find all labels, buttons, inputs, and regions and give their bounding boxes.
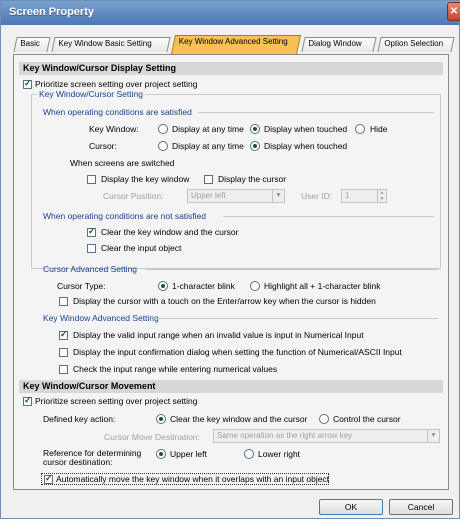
one-char-blink-radio[interactable] xyxy=(158,281,168,291)
auto-move-checkbox[interactable] xyxy=(44,473,53,484)
clear-input-object-label: Clear the input object xyxy=(101,243,182,253)
satisfied-title: When operating conditions are satisfied xyxy=(43,107,192,117)
cursor-label: Cursor: xyxy=(89,141,117,151)
cursor-move-dest-value: Same operation as the right arrow key xyxy=(217,431,353,440)
check-input-range-label: Check the input range while entering num… xyxy=(73,364,278,374)
spinner-arrows-icon: ▲ ▼ xyxy=(377,190,386,202)
chevron-down-icon: ▼ xyxy=(272,190,284,202)
display-key-window-checkbox[interactable] xyxy=(87,175,96,184)
close-button[interactable]: ✕ xyxy=(447,2,460,21)
prioritize-display-checkbox[interactable] xyxy=(23,78,32,89)
cursor-position-label: Cursor Position: xyxy=(103,191,164,201)
screens-switched-title: When screens are switched xyxy=(70,158,175,168)
divider xyxy=(146,269,438,270)
tab-key-window-basic[interactable]: Key Window Basic Setting xyxy=(51,37,171,52)
display-cursor-touch-label: Display the cursor with a touch on the E… xyxy=(73,296,376,306)
not-satisfied-title: When operating conditions are not satisf… xyxy=(43,211,207,221)
cursor-adv-title: Cursor Advanced Setting xyxy=(43,264,138,274)
kw-hide-radio[interactable] xyxy=(355,124,365,134)
display-valid-range-label: Display the valid input range when an in… xyxy=(73,330,364,340)
cursor-move-dest-dropdown[interactable]: Same operation as the right arrow key ▼ xyxy=(213,429,440,443)
title-bar[interactable]: Screen Property ✕ xyxy=(1,1,460,25)
cursor-display-any-time-radio[interactable] xyxy=(158,141,168,151)
divider xyxy=(223,216,434,217)
display-cursor-checkbox[interactable] xyxy=(204,175,213,184)
user-id-label: User ID: xyxy=(301,191,333,201)
kw-display-when-touched-label: Display when touched xyxy=(264,124,348,134)
key-window-label: Key Window: xyxy=(89,124,139,134)
kw-display-any-time-label: Display at any time xyxy=(172,124,244,134)
chevron-down-icon: ▼ xyxy=(427,430,439,442)
display-confirmation-checkbox[interactable] xyxy=(59,348,68,357)
kw-hide-label: Hide xyxy=(370,124,388,134)
highlight-all-label: Highlight all + 1-character blink xyxy=(264,281,381,291)
tab-option-selection[interactable]: Option Selection xyxy=(377,37,455,52)
upper-left-label: Upper left xyxy=(170,449,207,459)
upper-left-radio[interactable] xyxy=(156,449,166,459)
highlight-all-radio[interactable] xyxy=(250,281,260,291)
control-cursor-radio[interactable] xyxy=(319,414,329,424)
tab-key-window-advanced[interactable]: Key Window Advanced Setting xyxy=(170,35,302,54)
clear-key-window-cursor-label: Clear the key window and the cursor xyxy=(101,227,239,237)
display-cursor-touch-checkbox[interactable] xyxy=(59,297,68,306)
cursor-position-value: Upper left xyxy=(191,191,226,200)
divider xyxy=(198,112,434,113)
control-cursor-label: Control the cursor xyxy=(333,414,401,424)
one-char-blink-label: 1-character blink xyxy=(172,281,235,291)
window-title: Screen Property xyxy=(9,6,94,18)
display-key-window-label: Display the key window xyxy=(101,174,190,184)
tab-dialog-window[interactable]: Dialog Window xyxy=(301,37,377,52)
cursor-move-dest-label: Cursor Move Destination: xyxy=(104,432,200,442)
cursor-display-any-time-label: Display at any time xyxy=(172,141,244,151)
user-id-value: 1 xyxy=(345,191,350,200)
lower-right-label: Lower right xyxy=(258,449,301,459)
auto-move-label: Automatically move the key window when i… xyxy=(56,474,330,484)
divider xyxy=(153,318,438,319)
prioritize-display-label: Prioritize screen setting over project s… xyxy=(35,79,198,89)
cancel-button[interactable]: Cancel xyxy=(389,499,453,515)
defined-key-action-label: Defined key action: xyxy=(43,414,116,424)
close-icon: ✕ xyxy=(449,6,459,17)
lower-right-radio[interactable] xyxy=(244,449,254,459)
kw-display-any-time-radio[interactable] xyxy=(158,124,168,134)
kw-adv-title: Key Window Advanced Setting xyxy=(43,313,159,323)
display-confirmation-label: Display the input confirmation dialog wh… xyxy=(73,347,402,357)
clear-kw-cursor-label: Clear the key window and the cursor xyxy=(170,414,308,424)
clear-key-window-cursor-checkbox[interactable] xyxy=(87,226,96,237)
prioritize-movement-checkbox[interactable] xyxy=(23,395,32,406)
tab-basic[interactable]: Basic xyxy=(13,37,51,52)
movement-section-header: Key Window/Cursor Movement xyxy=(19,380,443,393)
display-cursor-label: Display the cursor xyxy=(218,174,287,184)
cursor-type-label: Cursor Type: xyxy=(57,281,106,291)
cursor-position-dropdown[interactable]: Upper left ▼ xyxy=(187,189,285,203)
display-valid-range-checkbox[interactable] xyxy=(59,329,68,340)
check-input-range-checkbox[interactable] xyxy=(59,365,68,374)
clear-kw-cursor-radio[interactable] xyxy=(156,414,166,424)
clear-input-object-checkbox[interactable] xyxy=(87,244,96,253)
prioritize-movement-label: Prioritize screen setting over project s… xyxy=(35,396,198,406)
kw-display-when-touched-radio[interactable] xyxy=(250,124,260,134)
ok-button[interactable]: OK xyxy=(319,499,383,515)
reference-label-line2: cursor destination: xyxy=(43,457,113,467)
screen-property-dialog: Screen Property ✕ Basic Key Window Basic… xyxy=(0,0,460,519)
cursor-display-when-touched-radio[interactable] xyxy=(250,141,260,151)
kw-group-title: Key Window/Cursor Setting xyxy=(37,89,145,99)
display-section-header: Key Window/Cursor Display Setting xyxy=(19,62,443,75)
cursor-display-when-touched-label: Display when touched xyxy=(264,141,348,151)
user-id-spinner[interactable]: 1 ▲ ▼ xyxy=(341,189,387,203)
